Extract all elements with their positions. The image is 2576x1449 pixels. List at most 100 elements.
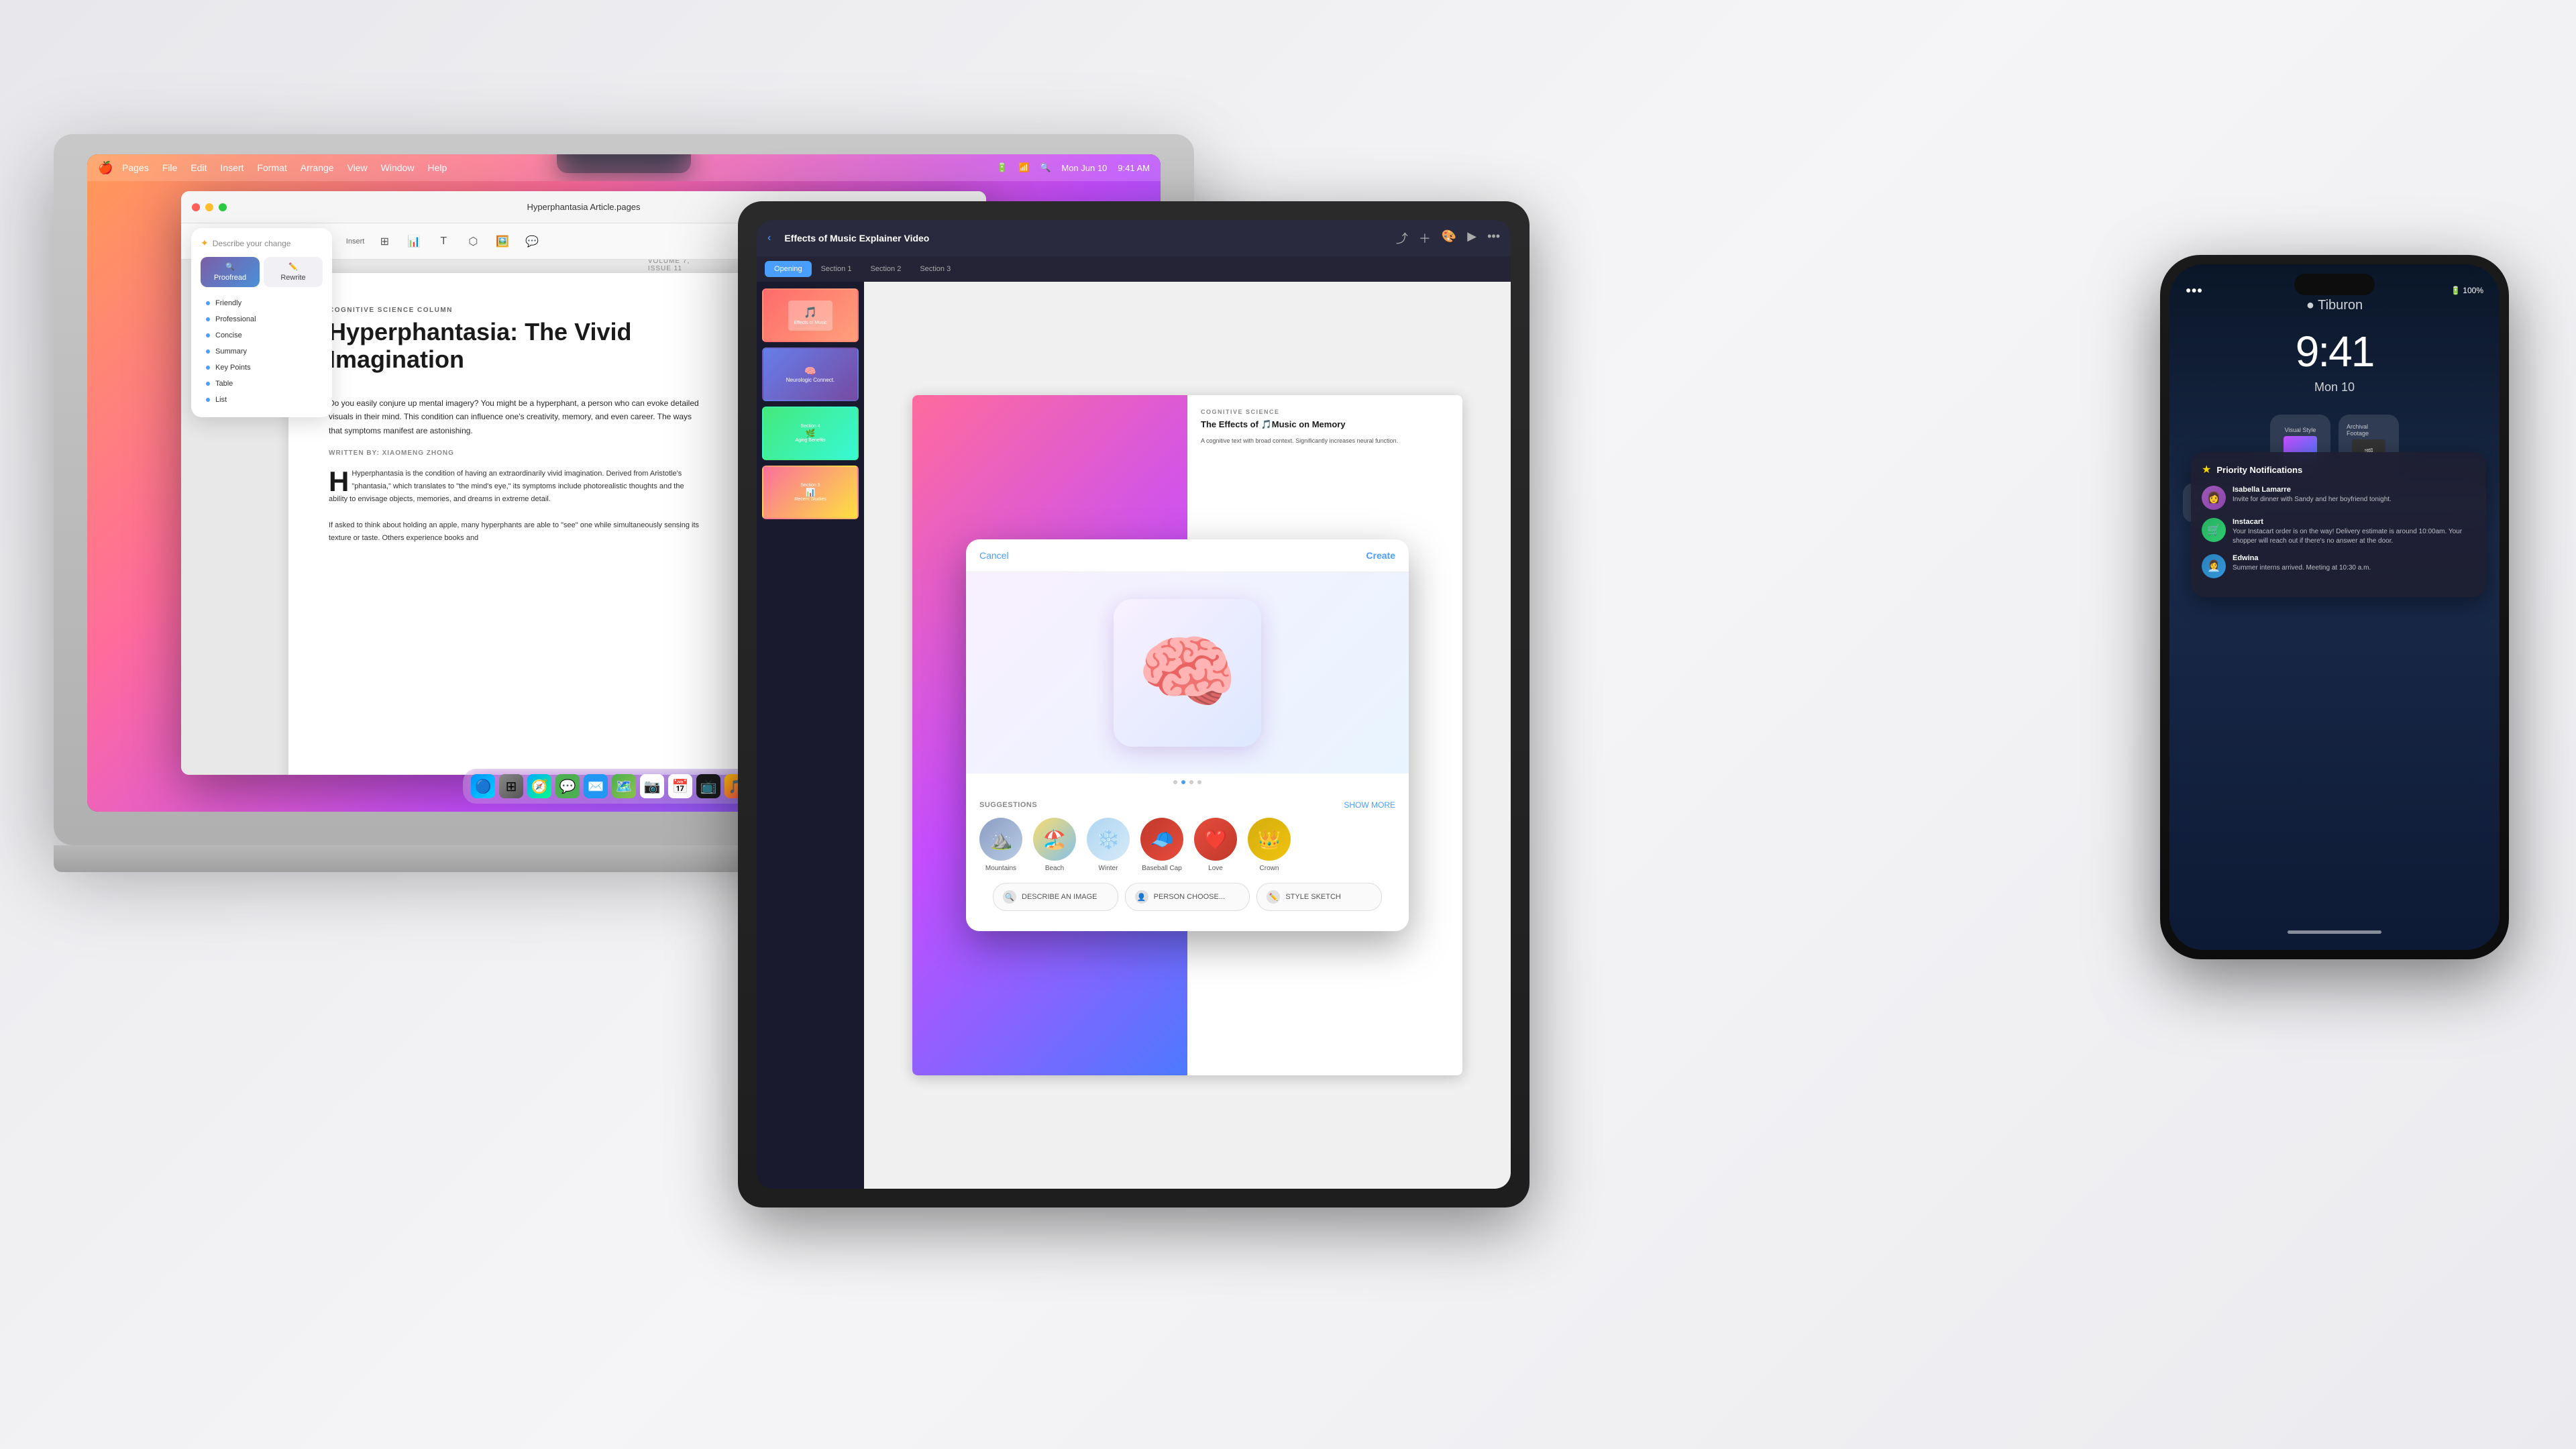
suggestion-mountains[interactable]: ⛰️ Mountains <box>979 818 1022 872</box>
add-icon[interactable]: ＋ <box>1419 229 1431 247</box>
shape-button[interactable]: ⬡ <box>464 232 482 251</box>
sender-2-name: Instacart <box>2233 518 2475 526</box>
sender-1-icon: 👩 <box>2207 491 2220 504</box>
maximize-button[interactable] <box>219 203 227 211</box>
dock-calendar[interactable]: 📅 <box>668 774 692 798</box>
play-icon[interactable]: ▶ <box>1467 229 1477 247</box>
tab-opening[interactable]: Opening <box>765 261 812 277</box>
doc-paragraph-1: Hyperphantasia is the condition of havin… <box>329 470 684 504</box>
table-button[interactable]: ⊞ <box>375 232 394 251</box>
slide-thumb-4[interactable]: Section 5 📊 Recent Studies <box>762 466 859 519</box>
menu-view[interactable]: View <box>347 162 368 173</box>
notification-item-3[interactable]: 👩‍💼 Edwina Summer interns arrived. Meeti… <box>2202 554 2475 578</box>
iphone-device: ●●● 🔋 100% ● Tiburon 9:41 Mon 10 Visu <box>2160 255 2509 959</box>
iphone-location: Tiburon <box>2318 298 2363 313</box>
summary-dot <box>206 350 210 354</box>
iphone-signal-icon: ●●● <box>2186 284 2202 295</box>
suggestion-crown[interactable]: 👑 Crown <box>1248 818 1291 872</box>
keynote-main-area: 🧠 COGNITIVE SCIENCE The Effects of 🎵Musi… <box>864 282 1511 1189</box>
tab-section3[interactable]: Section 3 <box>910 261 960 277</box>
love-icon: ❤️ <box>1194 818 1237 861</box>
modal-cancel-button[interactable]: Cancel <box>979 550 1009 561</box>
menu-format[interactable]: Format <box>257 162 286 173</box>
ai-menu-list[interactable]: List <box>201 392 323 408</box>
keynote-app-title: Effects of Music Explainer Video <box>784 233 929 244</box>
slide-4-content: Section 5 📊 Recent Studies <box>763 467 857 518</box>
dock-appletv[interactable]: 📺 <box>696 774 720 798</box>
dot-2[interactable] <box>1181 780 1185 784</box>
mountains-label: Mountains <box>985 865 1016 872</box>
chart-button[interactable]: 📊 <box>405 232 423 251</box>
iphone-lock-date-label: Mon 10 <box>2169 380 2500 394</box>
tab-section2[interactable]: Section 2 <box>861 261 910 277</box>
ai-menu-professional[interactable]: Professional <box>201 311 323 327</box>
menubar-battery-icon: 🔋 <box>997 162 1008 173</box>
ai-star-icon: ✦ <box>201 237 209 249</box>
slide-thumb-2[interactable]: 🧠 Neurologic Connect. <box>762 347 859 401</box>
rewrite-button[interactable]: ✏️ Rewrite <box>264 257 323 287</box>
more-icon[interactable]: ••• <box>1487 229 1500 247</box>
table-dot <box>206 382 210 386</box>
ai-tools-grid: 🔍 Proofread ✏️ Rewrite <box>201 257 323 287</box>
dock-launchpad[interactable]: ⊞ <box>499 774 523 798</box>
menu-file[interactable]: File <box>162 162 178 173</box>
dock-safari[interactable]: 🧭 <box>527 774 551 798</box>
proofread-icon: 🔍 <box>225 262 235 271</box>
menu-help[interactable]: Help <box>427 162 447 173</box>
notification-item-1[interactable]: 👩 Isabella Lamarre Invite for dinner wit… <box>2202 486 2475 510</box>
doc-section-label: COGNITIVE SCIENCE COLUMN <box>329 307 704 314</box>
ai-menu-concise[interactable]: Concise <box>201 327 323 343</box>
ai-menu-keypoints[interactable]: Key Points <box>201 360 323 376</box>
menu-window[interactable]: Window <box>381 162 415 173</box>
notif-content-1: Isabella Lamarre Invite for dinner with … <box>2233 486 2475 504</box>
close-button[interactable] <box>192 203 200 211</box>
dot-1[interactable] <box>1173 780 1177 784</box>
dock-photos[interactable]: 📷 <box>640 774 664 798</box>
comment-button[interactable]: 💬 <box>523 232 541 251</box>
ai-menu-summary[interactable]: Summary <box>201 343 323 360</box>
describe-image-button[interactable]: 🔍 DESCRIBE AN IMAGE <box>993 883 1118 911</box>
suggestion-beach[interactable]: 🏖️ Beach <box>1033 818 1076 872</box>
style-sketch-button[interactable]: ✏️ STYLE SKETCH <box>1256 883 1382 911</box>
suggestion-love[interactable]: ❤️ Love <box>1194 818 1237 872</box>
minimize-button[interactable] <box>205 203 213 211</box>
menu-pages[interactable]: Pages <box>122 162 149 173</box>
notification-item-2[interactable]: 🛒 Instacart Your Instacart order is on t… <box>2202 518 2475 546</box>
slide-thumb-3[interactable]: Section 4 🌿 Aging Benefits <box>762 407 859 460</box>
text-button[interactable]: T <box>434 232 453 251</box>
share-icon[interactable]: ⤴ <box>1396 229 1408 247</box>
menu-insert[interactable]: Insert <box>220 162 244 173</box>
suggestion-winter[interactable]: ❄️ Winter <box>1087 818 1130 872</box>
document-page: COGNITIVE SCIENCE COLUMN Hyperphantasia:… <box>288 273 745 775</box>
dot-3[interactable] <box>1189 780 1193 784</box>
dot-4[interactable] <box>1197 780 1201 784</box>
notif-avatar-2: 🛒 <box>2202 518 2226 542</box>
menubar: 🍎 Pages File Edit Insert Format Arrange … <box>87 154 1161 181</box>
back-button[interactable]: ‹ <box>767 232 771 244</box>
dock-maps[interactable]: 🗺️ <box>612 774 636 798</box>
dock-mail[interactable]: ✉️ <box>584 774 608 798</box>
apple-menu-icon[interactable]: 🍎 <box>98 161 111 174</box>
tab-section1[interactable]: Section 1 <box>812 261 861 277</box>
modal-create-button[interactable]: Create <box>1366 550 1395 561</box>
ai-menu-table[interactable]: Table <box>201 376 323 392</box>
archival-label: Archival Footage <box>2347 423 2391 437</box>
media-button[interactable]: 🖼️ <box>493 232 512 251</box>
show-more-button[interactable]: SHOW MORE <box>1344 800 1395 810</box>
modal-suggestions: SUGGESTIONS SHOW MORE ⛰️ Mountains <box>966 791 1409 931</box>
dock-finder[interactable]: 🔵 <box>471 774 495 798</box>
slide-thumb-1[interactable]: 🎵 Effects of Music <box>762 288 859 342</box>
format-icon[interactable]: 🎨 <box>1442 229 1456 247</box>
menu-arrange[interactable]: Arrange <box>301 162 334 173</box>
ai-menu-friendly[interactable]: Friendly <box>201 295 323 311</box>
proofread-button[interactable]: 🔍 Proofread <box>201 257 260 287</box>
suggestion-baseball-cap[interactable]: 🧢 Baseball Cap <box>1140 818 1183 872</box>
sketch-icon: ✏️ <box>1267 890 1280 904</box>
iphone-lock-time: 9:41 <box>2169 327 2500 376</box>
professional-label: Professional <box>215 315 256 323</box>
person-choose-button[interactable]: 👤 PERSON CHOOSE... <box>1125 883 1250 911</box>
dock-messages[interactable]: 💬 <box>555 774 580 798</box>
menubar-search-icon[interactable]: 🔍 <box>1040 162 1051 173</box>
menu-edit[interactable]: Edit <box>191 162 207 173</box>
notif-2-message: Your Instacart order is on the way! Deli… <box>2233 527 2475 546</box>
